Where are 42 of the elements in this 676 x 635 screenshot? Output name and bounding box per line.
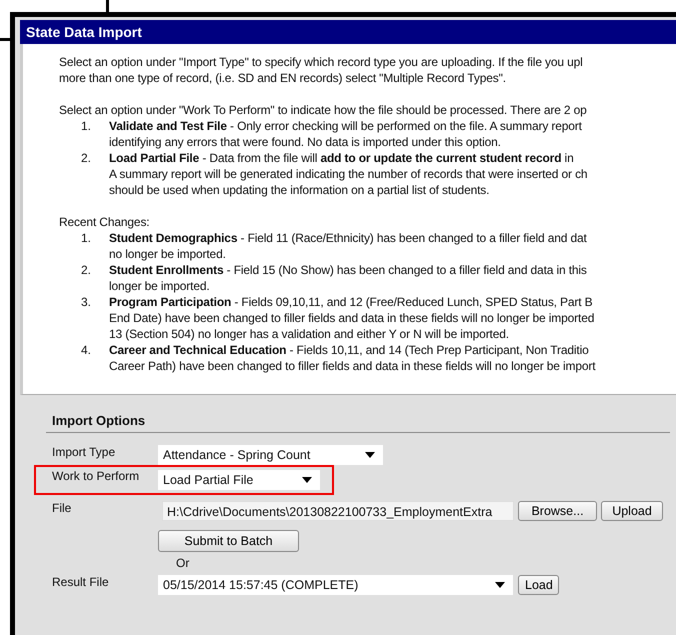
option-description: identifying any errors that were found. No data is imported under this option. <box>109 134 502 150</box>
list-number: 3. <box>80 294 92 311</box>
load-button[interactable]: Load <box>518 575 559 595</box>
field-label: Import Type <box>52 444 116 459</box>
instruction-text: Select an option under "Work To Perform" to indicate how the file should be processed. There are 2 op <box>59 102 588 118</box>
file-path-field[interactable]: H:\Cdrive\Documents\20130822100733_EmploymentExtra <box>162 501 514 521</box>
change-description: 13 (Section 504) no longer has a validation and either Y or N will be imported. <box>109 326 510 342</box>
list-number: 4. <box>80 342 92 359</box>
list-number: 2. <box>80 262 92 279</box>
instruction-text: more than one type of record, (i.e. SD and EN records) select "Multiple Record Types". <box>59 70 507 86</box>
submit-button[interactable]: Submit to Batch <box>158 530 299 552</box>
change-description: Career and Technical Education - Fields 10,11, and 14 (Tech Prep Participant, Non Traditio <box>109 342 590 358</box>
list-number: 1. <box>80 230 92 247</box>
dropdown[interactable]: 05/15/2014 15:57:45 (COMPLETE) <box>158 575 513 595</box>
change-description: no longer be imported. <box>109 246 227 262</box>
change-description: Student Enrollments - Field 15 (No Show) has been changed to a filler field and data in this <box>109 262 587 278</box>
change-description: Career Path) have been changed to filler fields and data in these fields will no longer be import <box>109 358 596 374</box>
field-label: File <box>52 500 72 515</box>
list-number: 2. <box>80 150 92 167</box>
section-label: Recent Changes: <box>59 214 150 230</box>
list-number: 1. <box>80 118 92 135</box>
caret-icon <box>365 452 375 458</box>
caret-icon <box>495 582 505 588</box>
browse-button[interactable]: Browse... <box>518 501 597 521</box>
upload-button[interactable]: Upload <box>601 501 663 521</box>
dropdown[interactable]: Attendance - Spring Count <box>158 445 383 465</box>
instruction-text: Select an option under "Import Type" to specify which record type you are uploading. If the file you upl <box>59 54 584 70</box>
change-description: longer be imported. <box>109 278 211 294</box>
option-description: Load Partial File - Data from the file will add to or update the current student record in <box>109 150 575 166</box>
change-description: End Date) have been changed to filler fields and data in these fields will no longer be imported <box>109 310 594 326</box>
option-description: should be used when updating the information on a partial list of students. <box>109 182 490 198</box>
window-title: State Data Import <box>20 20 676 44</box>
dropdown[interactable]: Load Partial File <box>158 470 320 490</box>
change-description: Program Participation - Fields 09,10,11, and 12 (Free/Reduced Lunch, SPED Status, Part B <box>109 294 594 310</box>
option-description: A summary report will be generated indicating the number of records that were inserted or ch <box>109 166 588 182</box>
field-label: Result File <box>52 574 110 589</box>
section-heading: Import Options <box>46 413 670 433</box>
field-label: Work to Perform <box>52 468 140 483</box>
caret-icon <box>302 477 312 483</box>
change-description: Student Demographics - Field 11 (Race/Ethnicity) has been changed to a filler field and dat <box>109 230 587 246</box>
or-text: Or <box>175 555 190 571</box>
option-description: Validate and Test File - Only error checking will be performed on the file. A summary report <box>109 118 582 134</box>
